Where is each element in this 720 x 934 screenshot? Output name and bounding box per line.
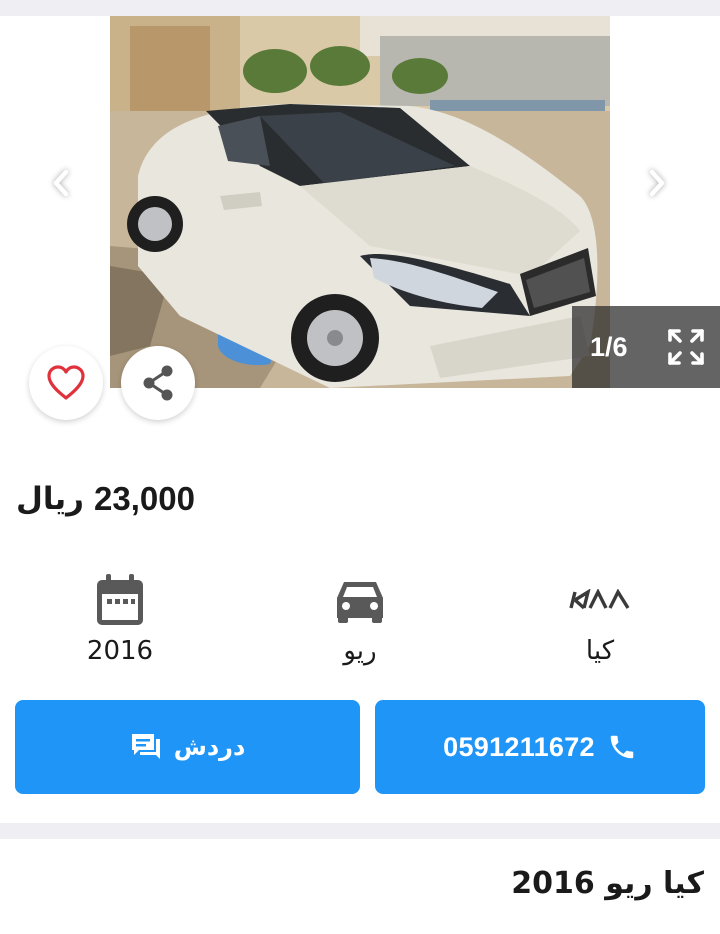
photo-counter: 1/6 [590,331,628,362]
share-icon [143,365,173,401]
year-label: 2016 [86,636,154,666]
section-separator [0,823,720,839]
price-value: 23,000 [94,480,195,517]
price-currency: ريال [16,481,85,517]
top-separator [0,0,720,16]
phone-icon [610,735,634,759]
model-label: ريو [343,636,377,666]
spec-make: كيا [520,570,680,666]
make-label: كيا [585,636,615,666]
share-button[interactable] [121,346,195,420]
heart-icon [47,365,85,400]
call-button[interactable]: 0591211672 [375,700,705,794]
chat-button-label: دردش [173,733,246,761]
next-photo-button[interactable] [642,166,672,200]
photo-gallery[interactable]: 265-2647 [0,16,720,388]
calendar-icon [97,574,143,625]
spec-row: 2016 ريو كيا [0,570,720,680]
favorite-button[interactable] [29,346,103,420]
fullscreen-icon [668,329,704,365]
fullscreen-button[interactable] [664,325,708,369]
chat-button[interactable]: دردش [15,700,360,794]
chevron-right-icon [649,169,665,197]
spec-year: 2016 [40,570,200,666]
chat-icon [131,734,160,759]
car-icon [337,582,383,623]
kia-logo-icon [569,589,630,610]
chevron-left-icon [53,169,69,197]
listing-title: كيا ريو 2016 [511,866,704,901]
previous-photo-button[interactable] [46,166,76,200]
price: 23,000 ريال [16,474,195,524]
call-button-label: 0591211672 [443,731,595,762]
spec-model: ريو [280,570,440,666]
photo-counter-overlay: 1/6 [572,306,720,388]
car-photo[interactable]: 265-2647 [110,16,610,388]
